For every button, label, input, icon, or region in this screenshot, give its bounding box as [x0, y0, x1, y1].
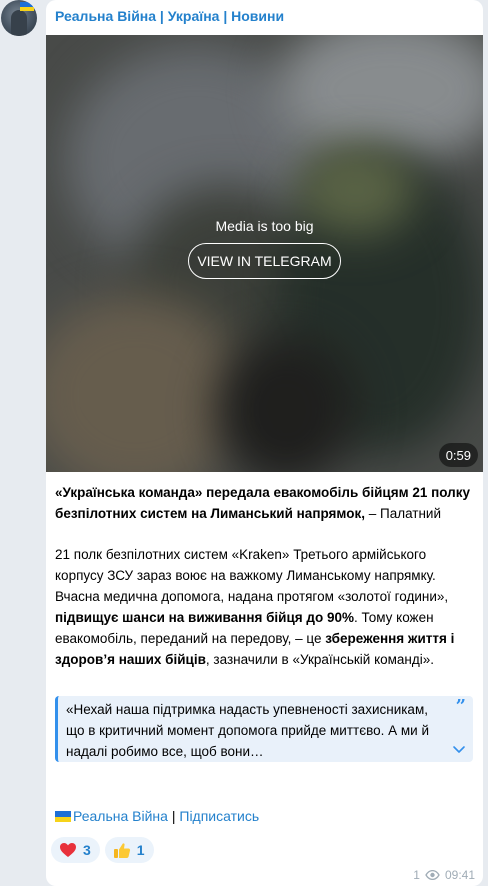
heart-icon [60, 843, 76, 857]
avatar-figure [11, 10, 27, 36]
reaction-heart[interactable]: 3 [51, 837, 100, 863]
reactions-bar: 3 1 [51, 837, 154, 863]
view-in-telegram-button[interactable]: VIEW IN TELEGRAM [188, 243, 341, 279]
reaction-count: 1 [136, 842, 145, 858]
ukraine-flag-icon [20, 2, 34, 11]
channel-link[interactable]: Реальна Війна [73, 808, 168, 824]
thumbs-up-icon [113, 842, 130, 858]
quote-icon: ” [455, 696, 466, 717]
video-preview[interactable]: Media is too big VIEW IN TELEGRAM 0:59 [46, 35, 483, 472]
ukraine-flag-icon [55, 811, 71, 822]
footer-separator: | [167, 808, 180, 824]
video-duration-badge: 0:59 [438, 443, 478, 467]
post-source: – Палатний [364, 506, 442, 521]
channel-avatar[interactable] [1, 0, 37, 36]
chevron-down-icon[interactable] [452, 742, 466, 756]
post-text-bold: підвищує шанси на виживання бійця до 90% [55, 610, 354, 625]
eye-icon [425, 870, 440, 880]
subscribe-link[interactable]: Підписатись [179, 808, 259, 824]
message-bubble: Реальна Війна | Україна | Новини Media i… [46, 0, 483, 886]
post-footer: Реальна Війна | Підписатись [55, 808, 259, 824]
reaction-count: 3 [83, 842, 91, 858]
message-time: 09:41 [444, 868, 475, 882]
post-text: , зазначили в «Українській команді». [205, 652, 435, 667]
post-paragraph-1: «Українська команда» передала евакомобіл… [55, 482, 477, 524]
blockquote[interactable]: «Нехай наша підтримка надасть упевненост… [55, 696, 473, 762]
reaction-thumbs-up[interactable]: 1 [104, 837, 154, 863]
post-paragraph-2: 21 полк безпілотних систем «Kraken» Трет… [55, 544, 477, 670]
views-count: 1 [413, 868, 420, 882]
message-meta: 1 09:41 [413, 868, 475, 882]
post-text: 21 полк безпілотних систем «Kraken» Трет… [55, 547, 449, 604]
channel-name[interactable]: Реальна Війна | Україна | Новини [55, 8, 284, 24]
quote-text: «Нехай наша підтримка надасть упевненост… [66, 702, 429, 759]
media-too-big-text: Media is too big [215, 218, 314, 234]
